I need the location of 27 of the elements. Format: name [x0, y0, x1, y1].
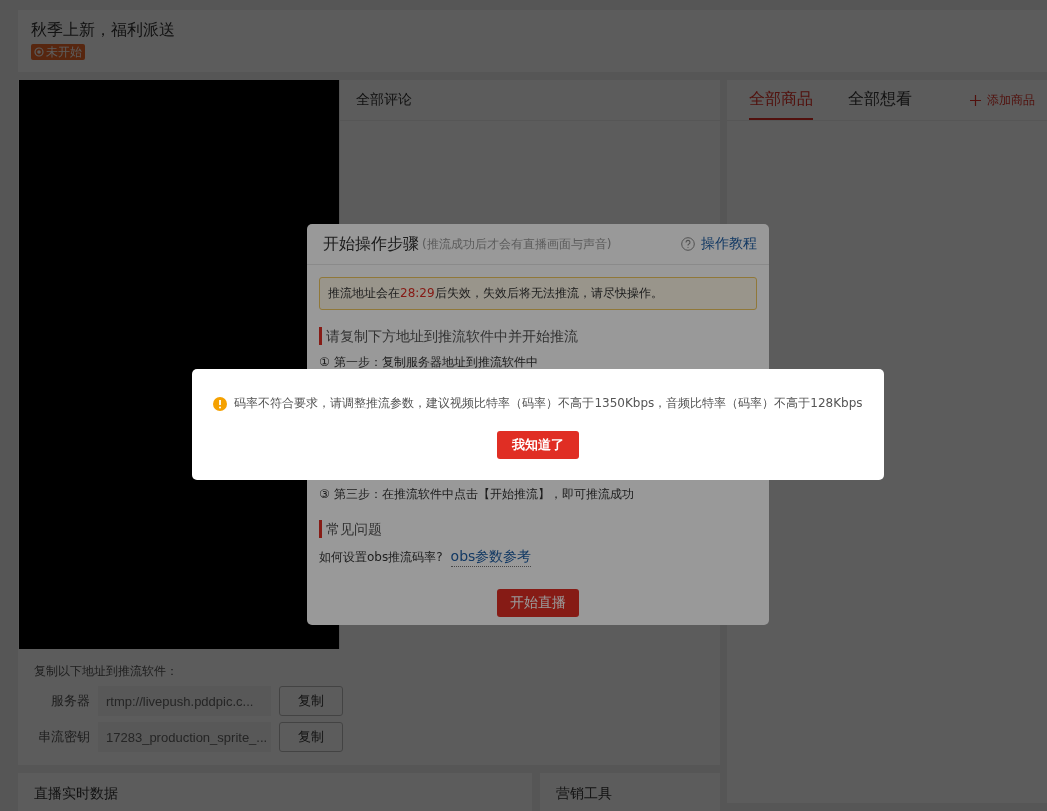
plus-icon — [970, 95, 981, 106]
goods-tab[interactable]: 全部商品 — [749, 89, 813, 120]
goods-tab[interactable]: 全部想看 — [848, 89, 912, 120]
section-title: 常见问题 — [326, 521, 382, 537]
dialog-title: 开始操作步骤 — [323, 233, 419, 255]
panel-title: 营销工具 — [556, 785, 612, 801]
add-goods-link[interactable]: 添加商品 — [970, 92, 1035, 109]
field-label: 服务器 — [50, 692, 90, 710]
panel-title: 直播实时数据 — [34, 785, 118, 801]
section-title: 请复制下方地址到推流软件中并开始推流 — [326, 328, 578, 344]
live-title: 秋季上新，福利派送 — [31, 20, 175, 40]
faq-question: 如何设置obs推流码率? — [319, 549, 443, 566]
panel-title: 全部评论 — [356, 91, 412, 109]
step-text: ③ 第三步：在推流软件中点击【开始推流】，即可推流成功 — [319, 487, 634, 501]
start-live-button[interactable]: 开始直播 — [497, 589, 579, 617]
alert-message: 码率不符合要求，请调整推流参数，建议视频比特率（码率）不高于1350Kbps，音频比特率（码率）不高于128Kbps — [234, 395, 863, 412]
status-badge: 未开始 — [31, 44, 85, 60]
acknowledge-button[interactable]: 我知道了 — [497, 431, 579, 459]
obs-params-link[interactable]: obs参数参考 — [450, 548, 532, 567]
expiry-notice: 推流地址会在28:29后失效，失效后将无法推流，请尽快操作。 — [319, 277, 757, 310]
copy-button[interactable]: 复制 — [279, 722, 343, 752]
field-label: 串流密钥 — [37, 728, 90, 746]
warning-icon — [213, 396, 228, 411]
copy-button[interactable]: 复制 — [279, 686, 343, 716]
step-text: ① 第一步：复制服务器地址到推流软件中 — [319, 355, 538, 369]
tutorial-link[interactable]: 操作教程 — [681, 235, 757, 253]
help-icon — [681, 237, 695, 251]
